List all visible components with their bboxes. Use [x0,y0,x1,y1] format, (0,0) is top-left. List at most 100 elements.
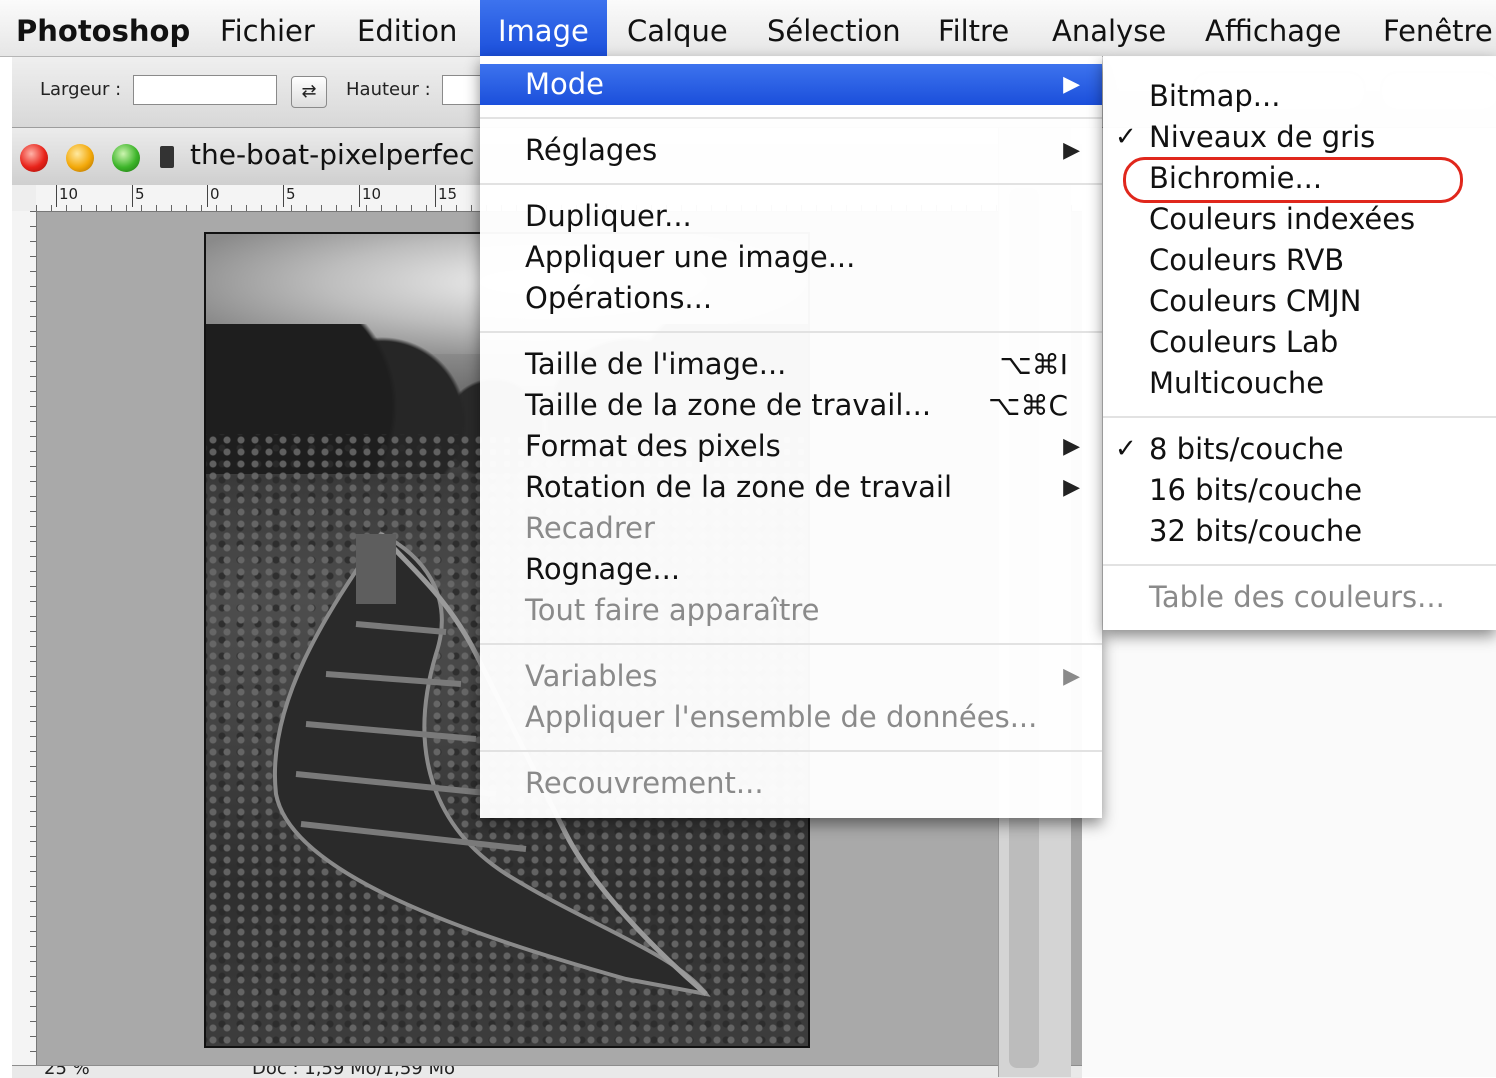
menu-item-label: Recouvrement... [525,766,764,800]
menu-item-label: Variables [525,659,658,693]
menu-item-couleurs-indexees[interactable]: Couleurs indexées [1103,199,1496,240]
menu-photoshop[interactable]: Photoshop [16,0,190,56]
menu-item-32-bits-couche[interactable]: 32 bits/couche [1103,511,1496,552]
menu-item-format-des-pixels[interactable]: Format des pixels ▶ [480,426,1102,467]
menu-item-taille-de-l-image[interactable]: Taille de l'image... ⌥⌘I [480,344,1102,385]
menu-item-8-bits-couche[interactable]: ✓ 8 bits/couche [1103,429,1496,470]
width-label: Largeur : [40,79,122,100]
menu-item-niveaux-de-gris[interactable]: ✓ Niveaux de gris [1103,117,1496,158]
height-field[interactable] [442,75,484,105]
ruler-tick: 0 [207,185,220,207]
menu-affichage[interactable]: Affichage [1205,0,1341,56]
menu-item-label: Rognage... [525,552,681,586]
menu-item-label: Bitmap... [1149,79,1281,113]
zoom-level[interactable]: 25 % [44,1066,90,1078]
menu-separator [480,643,1102,645]
menu-item-recadrer: Recadrer [480,508,1102,549]
height-label: Hauteur : [346,79,431,100]
document-title: the-boat-pixelperfec [190,138,475,171]
menu-item-label: Niveaux de gris [1149,120,1376,154]
menu-item-tout-faire-apparaitre: Tout faire apparaître [480,590,1102,631]
menu-separator [1103,564,1496,566]
menu-filtre[interactable]: Filtre [938,0,1009,56]
menu-item-rotation-de-la-zone-de-travail[interactable]: Rotation de la zone de travail ▶ [480,467,1102,508]
menu-item-mode[interactable]: Mode ▶ [480,64,1102,105]
menu-item-taille-de-la-zone-de-travail[interactable]: Taille de la zone de travail... ⌥⌘C [480,385,1102,426]
ruler-tick: 5 [283,185,296,207]
menu-item-label: Format des pixels [525,429,781,463]
submenu-arrow-icon: ▶ [1063,138,1080,163]
menu-item-operations[interactable]: Opérations... [480,278,1102,319]
menu-item-variables: Variables ▶ [480,656,1102,697]
menu-item-appliquer-l-ensemble-de-donnees: Appliquer l'ensemble de données... [480,697,1102,738]
menu-separator [480,117,1102,119]
checkmark-icon: ✓ [1115,122,1137,152]
menu-item-couleurs-lab[interactable]: Couleurs Lab [1103,322,1496,363]
menu-item-16-bits-couche[interactable]: 16 bits/couche [1103,470,1496,511]
menu-item-label: Tout faire apparaître [525,593,820,627]
menu-item-label: 32 bits/couche [1149,514,1363,548]
vertical-ruler[interactable] [12,211,37,1071]
ruler-corner [12,185,37,212]
menu-item-label: Couleurs CMJN [1149,284,1362,318]
status-bar: 25 % Doc : 1,59 Mo/1,59 Mo [12,1065,1082,1078]
document-size[interactable]: Doc : 1,59 Mo/1,59 Mo [252,1066,455,1078]
menu-item-rognage[interactable]: Rognage... [480,549,1102,590]
menu-fichier[interactable]: Fichier [220,0,315,56]
menu-analyse[interactable]: Analyse [1052,0,1166,56]
menu-item-label: Recadrer [525,511,655,545]
zoom-window-button[interactable] [112,144,140,172]
menu-item-dupliquer[interactable]: Dupliquer... [480,196,1102,237]
menu-item-label: Couleurs RVB [1149,243,1345,277]
menu-item-label: 8 bits/couche [1149,432,1344,466]
menu-calque[interactable]: Calque [627,0,728,56]
menu-item-label: Rotation de la zone de travail [525,470,952,504]
mode-submenu: Bitmap... ✓ Niveaux de gris Bichromie... Cou… [1103,56,1496,630]
menu-item-recouvrement: Recouvrement... [480,763,1102,804]
document-icon [160,146,174,168]
swap-arrows-icon[interactable]: ⇄ [291,76,327,108]
menu-fenetre[interactable]: Fenêtre [1383,0,1493,56]
menu-selection[interactable]: Sélection [767,0,901,56]
menu-item-label: Appliquer une image... [525,240,856,274]
menu-item-couleurs-cmjn[interactable]: Couleurs CMJN [1103,281,1496,322]
menu-item-label: Taille de l'image... [525,347,787,381]
width-field[interactable] [133,75,277,105]
menu-image[interactable]: Image [480,0,607,56]
keyboard-shortcut: ⌥⌘I [999,348,1068,381]
checkmark-icon: ✓ [1115,434,1137,464]
menu-item-label: Réglages [525,133,658,167]
menu-item-label: Couleurs Lab [1149,325,1339,359]
menu-item-reglages[interactable]: Réglages ▶ [480,130,1102,171]
menu-item-label: Couleurs indexées [1149,202,1416,236]
submenu-arrow-icon: ▶ [1063,664,1080,689]
image-menu: Mode ▶ Réglages ▶ Dupliquer... Appliquer une … [480,56,1102,818]
ruler-tick: 10 [359,185,381,207]
submenu-arrow-icon: ▶ [1063,475,1080,500]
menu-item-multicouche[interactable]: Multicouche [1103,363,1496,404]
menu-item-couleurs-rvb[interactable]: Couleurs RVB [1103,240,1496,281]
menu-separator [480,750,1102,752]
menu-item-label: 16 bits/couche [1149,473,1363,507]
ruler-tick: 10 [56,185,78,207]
menu-item-bitmap[interactable]: Bitmap... [1103,76,1496,117]
menu-item-label: Mode [525,67,605,101]
menu-item-label: Opérations... [525,281,713,315]
menu-item-label: Taille de la zone de travail... [525,388,932,422]
menu-item-label: Table des couleurs... [1149,580,1445,614]
menu-item-label: Appliquer l'ensemble de données... [525,700,1038,734]
menu-item-label: Dupliquer... [525,199,692,233]
submenu-arrow-icon: ▶ [1063,72,1080,97]
close-window-button[interactable] [20,144,48,172]
keyboard-shortcut: ⌥⌘C [988,389,1068,422]
menu-separator [480,183,1102,185]
submenu-arrow-icon: ▶ [1063,434,1080,459]
ruler-tick: 15 [435,185,457,207]
menu-item-appliquer-une-image[interactable]: Appliquer une image... [480,237,1102,278]
menu-edition[interactable]: Edition [357,0,457,56]
menu-item-table-des-couleurs: Table des couleurs... [1103,577,1496,618]
menu-item-label: Multicouche [1149,366,1325,400]
menu-separator [480,331,1102,333]
menu-item-bichromie[interactable]: Bichromie... [1103,158,1496,199]
minimize-window-button[interactable] [66,144,94,172]
